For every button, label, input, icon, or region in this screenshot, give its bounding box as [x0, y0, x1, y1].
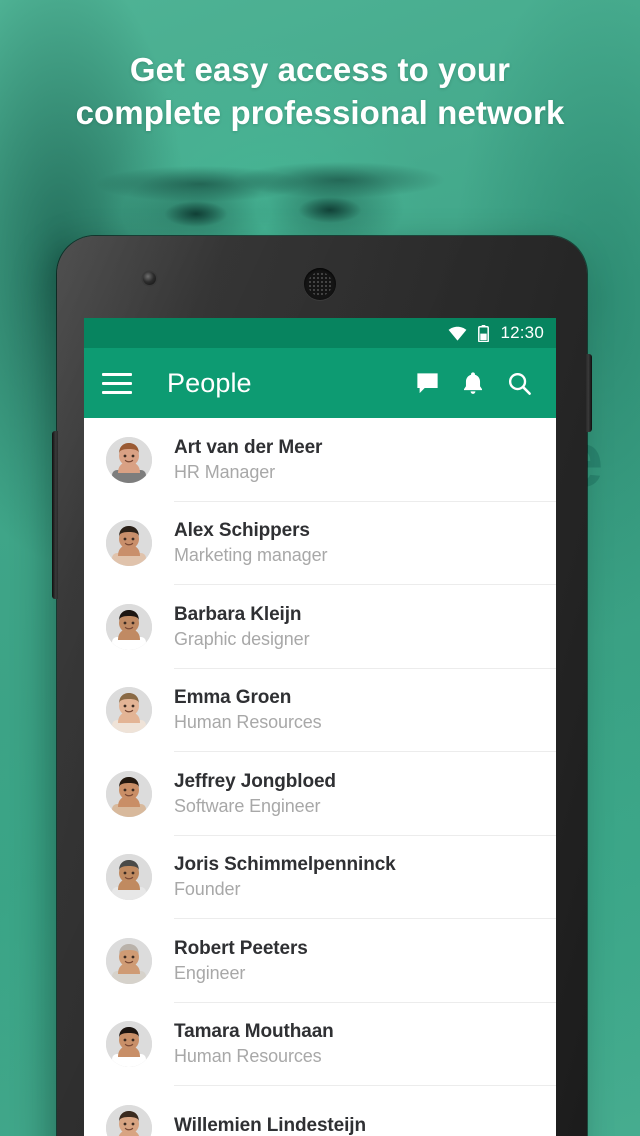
app-bar-title: People — [167, 367, 252, 398]
avatar — [106, 520, 152, 567]
menu-bar-1 — [102, 372, 132, 376]
person-role: Marketing manager — [174, 545, 328, 566]
person-role: Human Resources — [174, 1046, 322, 1067]
list-item[interactable]: Barbara Kleijn Graphic designer — [84, 585, 556, 669]
promo-screenshot: e Get easy access to your complete profe… — [0, 0, 640, 1136]
volume-rocker-button[interactable] — [52, 431, 58, 599]
list-item[interactable]: Joris Schimmelpenninck Founder — [84, 836, 556, 920]
person-name: Tamara Mouthaan — [174, 1021, 334, 1043]
person-name: Joris Schimmelpenninck — [174, 854, 396, 876]
people-list[interactable]: Art van der Meer HR Manager Alex Schippers… — [84, 418, 556, 1136]
list-item-text: Jeffrey Jongbloed Software Engineer — [174, 771, 336, 817]
list-item[interactable]: Alex Schippers Marketing manager — [84, 502, 556, 586]
person-name: Alex Schippers — [174, 520, 310, 542]
list-item[interactable]: Robert Peeters Engineer — [84, 919, 556, 1003]
page-title: Get easy access to your complete profess… — [75, 51, 565, 131]
list-item-text: Tamara Mouthaan Human Resources — [174, 1021, 334, 1067]
speaker-mesh — [308, 272, 332, 296]
list-item-text: Art van der Meer HR Manager — [174, 437, 322, 483]
menu-bar-3 — [102, 390, 132, 394]
avatar — [106, 1021, 152, 1068]
power-button[interactable] — [586, 354, 592, 432]
list-item-text: Joris Schimmelpenninck Founder — [174, 854, 396, 900]
avatar — [106, 687, 152, 734]
list-item-text: Barbara Kleijn Graphic designer — [174, 603, 310, 650]
list-item[interactable]: Willemien Lindesteijn — [84, 1086, 556, 1136]
messages-icon[interactable] — [404, 360, 450, 406]
person-name: Willemien Lindesteijn — [174, 1115, 366, 1136]
person-role: Human Resources — [174, 712, 322, 733]
person-name: Barbara Kleijn — [174, 603, 302, 625]
avatar — [106, 854, 152, 901]
person-role: Software Engineer — [174, 795, 321, 816]
hamburger-menu-icon[interactable] — [102, 364, 140, 402]
person-role: Founder — [174, 879, 241, 900]
list-item[interactable]: Art van der Meer HR Manager — [84, 418, 556, 502]
person-name: Art van der Meer — [174, 436, 323, 458]
menu-bar-2 — [102, 381, 132, 385]
avatar — [106, 1104, 152, 1136]
avatar — [106, 937, 152, 984]
wifi-icon — [448, 326, 467, 341]
list-item-text: Robert Peeters Engineer — [174, 938, 308, 984]
person-name: Robert Peeters — [174, 937, 308, 959]
avatar — [106, 770, 152, 817]
person-name: Jeffrey Jongbloed — [174, 770, 336, 792]
list-item[interactable]: Jeffrey Jongbloed Software Engineer — [84, 752, 556, 836]
person-role: Engineer — [174, 962, 246, 983]
app-bar: People — [84, 348, 556, 418]
search-icon[interactable] — [496, 360, 542, 406]
battery-icon — [478, 324, 490, 342]
phone-screen: 12:30 People Art van der Meer HR Manager… — [84, 318, 556, 1136]
person-role: HR Manager — [174, 461, 276, 482]
list-item-text: Emma Groen Human Resources — [174, 687, 322, 733]
status-bar-clock: 12:30 — [500, 323, 544, 342]
front-camera-icon — [143, 272, 156, 285]
notifications-icon[interactable] — [450, 360, 496, 406]
avatar — [106, 436, 152, 483]
list-item-text: Willemien Lindesteijn — [174, 1115, 366, 1136]
avatar — [106, 603, 152, 650]
speaker-grille-icon — [304, 268, 336, 300]
list-item[interactable]: Emma Groen Human Resources — [84, 669, 556, 753]
list-item-text: Alex Schippers Marketing manager — [174, 520, 327, 566]
person-role: Graphic designer — [174, 628, 310, 649]
phone-mockup: 12:30 People Art van der Meer HR Manager… — [52, 236, 592, 1136]
person-name: Emma Groen — [174, 687, 292, 709]
list-item[interactable]: Tamara Mouthaan Human Resources — [84, 1003, 556, 1087]
status-bar: 12:30 — [84, 318, 556, 348]
status-bar-icons: 12:30 — [448, 323, 544, 343]
